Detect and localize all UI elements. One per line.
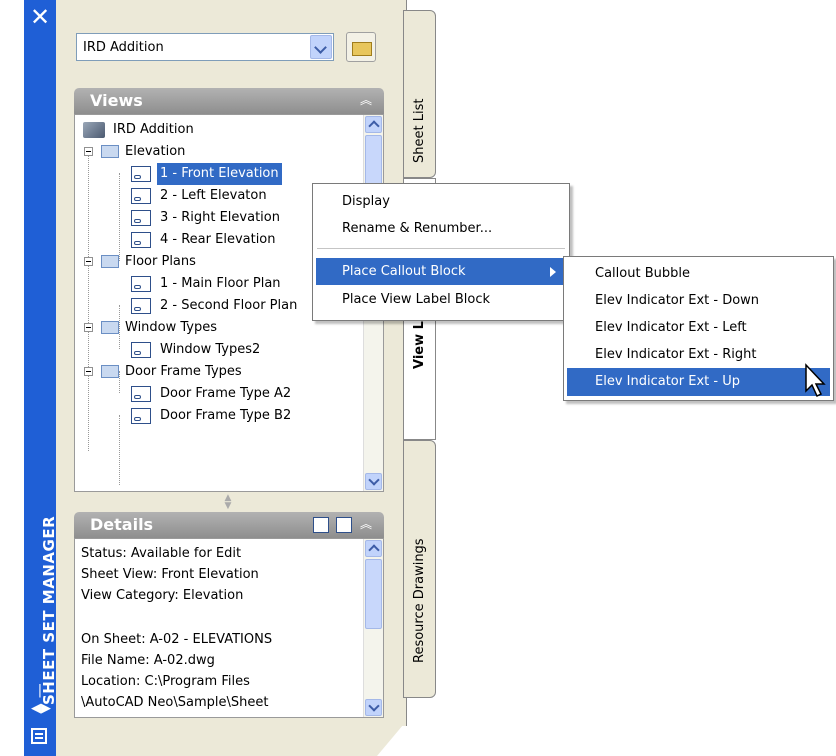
tree-line (119, 305, 120, 349)
tab-resource-drawings[interactable]: Resource Drawings (403, 440, 436, 698)
view-icon (131, 276, 151, 292)
chevron-down-icon[interactable] (310, 35, 332, 59)
tree-line (88, 151, 89, 451)
view-label: 1 - Front Elevation (157, 163, 282, 185)
view-icon (131, 386, 151, 402)
submenu-item-elev-up[interactable]: Elev Indicator Ext - Up (567, 368, 830, 396)
mouse-pointer-icon (805, 363, 826, 398)
view-icon (131, 210, 151, 226)
tree-line (119, 173, 120, 261)
details-panel: Status: Available for Edit Sheet View: F… (74, 538, 384, 718)
view-label: 3 - Right Elevation (160, 210, 280, 225)
view-label: Door Frame Type A2 (160, 386, 292, 401)
menu-item-place-view-label-block[interactable]: Place View Label Block (316, 286, 566, 313)
close-icon[interactable]: ✕ (24, 2, 56, 32)
view-icon (131, 232, 151, 248)
tab-sheet-list[interactable]: Sheet List (403, 10, 436, 178)
view-icon (131, 166, 151, 182)
menu-item-label: Place Callout Block (342, 264, 466, 279)
sheet-set-dropdown-value: IRD Addition (83, 40, 164, 55)
submenu-arrow-icon (550, 267, 556, 277)
folder-icon (101, 365, 119, 378)
views-section-title: Views (90, 91, 143, 110)
sheet-set-palette: IRD Addition Views ︽ IRD Addition Elevat… (56, 0, 407, 756)
tab-resource-drawings-label: Resource Drawings (412, 538, 427, 663)
category-label: Elevation (125, 144, 186, 159)
tree-root-label: IRD Addition (113, 122, 194, 137)
collapse-icon[interactable]: ︽ (358, 92, 374, 108)
expander-icon[interactable] (84, 257, 93, 266)
views-section-header[interactable]: Views ︽ (74, 88, 384, 114)
splitter-grip-icon[interactable]: ▲ ▼ (222, 494, 234, 511)
view-icon (131, 188, 151, 204)
category-label: Floor Plans (125, 254, 196, 269)
tree-line (119, 415, 120, 485)
scroll-up-icon[interactable] (365, 540, 382, 557)
autohide-icon[interactable]: |◀▶ (31, 682, 51, 716)
submenu-item-callout-bubble[interactable]: Callout Bubble (567, 260, 830, 287)
details-scrollbar[interactable] (363, 539, 383, 717)
view-label: 1 - Main Floor Plan (160, 276, 281, 291)
detail-on-sheet: On Sheet: A-02 - ELEVATIONS (81, 632, 273, 647)
open-sheet-set-icon[interactable] (346, 32, 376, 62)
view-label: 4 - Rear Elevation (160, 232, 276, 247)
category-label: Door Frame Types (125, 364, 242, 379)
sheet-set-dropdown[interactable]: IRD Addition (76, 33, 334, 61)
category-label: Window Types (125, 320, 218, 335)
detail-view-category: View Category: Elevation (81, 588, 244, 603)
submenu-item-elev-down[interactable]: Elev Indicator Ext - Down (567, 287, 830, 314)
submenu-item-elev-right[interactable]: Elev Indicator Ext - Right (567, 341, 830, 368)
expander-icon[interactable] (84, 323, 93, 332)
expander-icon[interactable] (84, 147, 93, 156)
menu-separator (317, 248, 565, 249)
folder-icon (101, 321, 119, 334)
tab-sheet-list-label: Sheet List (412, 98, 427, 163)
view-label: Window Types2 (160, 342, 261, 357)
detail-sheet-view: Sheet View: Front Elevation (81, 567, 259, 582)
callout-submenu: Callout Bubble Elev Indicator Ext - Down… (563, 256, 834, 401)
scroll-down-icon[interactable] (365, 699, 382, 716)
menu-item-place-callout-block[interactable]: Place Callout Block (316, 258, 566, 285)
folder-icon (101, 255, 119, 268)
sheet-set-icon (83, 122, 105, 138)
details-section-header[interactable]: Details ︽ (74, 512, 384, 538)
scroll-thumb[interactable] (365, 559, 382, 629)
collapse-icon[interactable]: ︽ (358, 516, 374, 532)
details-section-title: Details (90, 515, 154, 534)
expander-icon[interactable] (84, 367, 93, 376)
menu-item-display[interactable]: Display (316, 188, 566, 215)
detail-location-cont: \AutoCAD Neo\Sample\Sheet (81, 695, 269, 710)
details-view-icon[interactable] (312, 517, 329, 533)
detail-status: Status: Available for Edit (81, 546, 242, 561)
submenu-item-elev-left[interactable]: Elev Indicator Ext - Left (567, 314, 830, 341)
view-icon (131, 298, 151, 314)
palette-title-bar[interactable]: ✕ SHEET SET MANAGER |◀▶ (24, 0, 58, 756)
preview-icon[interactable] (336, 517, 352, 533)
menu-item-rename-renumber[interactable]: Rename & Renumber... (316, 215, 566, 242)
view-label: 2 - Left Elevaton (160, 188, 267, 203)
context-menu: Display Rename & Renumber... Place Callo… (312, 183, 570, 321)
scroll-down-icon[interactable] (365, 473, 382, 490)
view-icon (131, 408, 151, 424)
tree-line (119, 371, 120, 393)
properties-icon[interactable] (31, 728, 47, 744)
scroll-up-icon[interactable] (365, 116, 382, 133)
detail-file-name: File Name: A-02.dwg (81, 653, 215, 668)
folder-icon (101, 145, 119, 158)
view-label: Door Frame Type B2 (160, 408, 292, 423)
view-label: 2 - Second Floor Plan (160, 298, 298, 313)
view-icon (131, 342, 151, 358)
detail-location: Location: C:\Program Files (81, 674, 250, 689)
